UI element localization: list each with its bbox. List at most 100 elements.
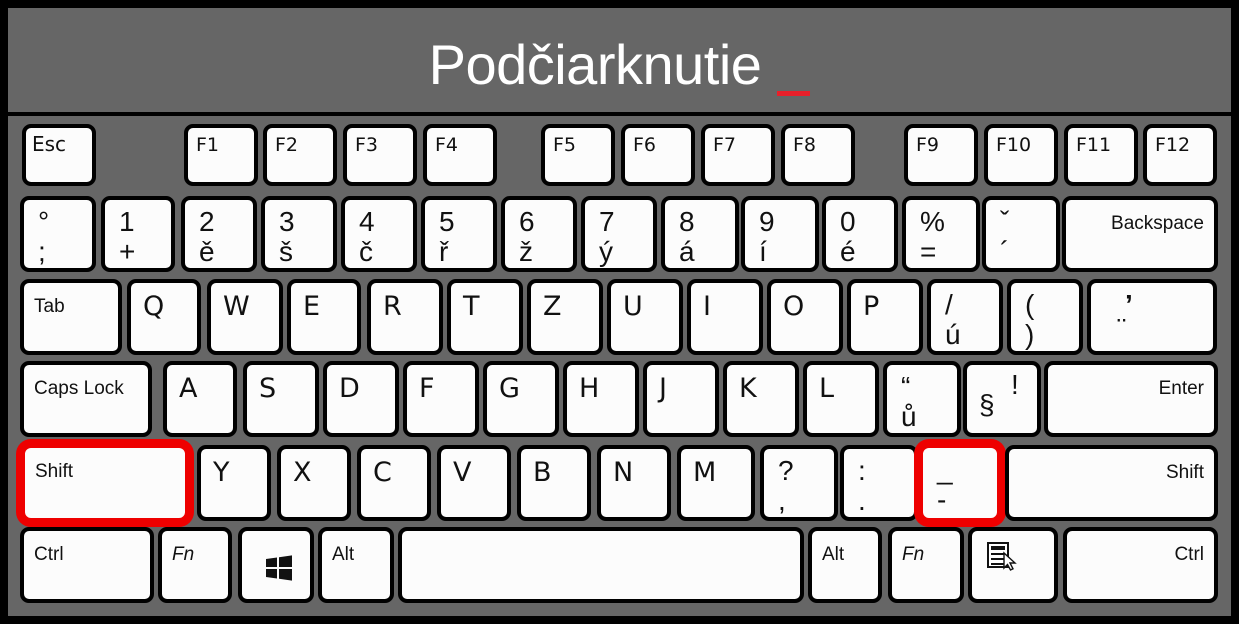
key-f[interactable]: F bbox=[403, 361, 479, 437]
key-lalt[interactable]: Alt bbox=[318, 527, 394, 603]
key-7[interactable]: 7ý bbox=[581, 196, 657, 272]
key-p[interactable]: P bbox=[847, 279, 923, 355]
key-b[interactable]: B bbox=[517, 445, 591, 521]
key-r[interactable]: R bbox=[367, 279, 443, 355]
key-d[interactable]: D bbox=[323, 361, 399, 437]
key-shift-symbol: 2 bbox=[199, 206, 215, 237]
key-3[interactable]: 3š bbox=[261, 196, 337, 272]
key-z[interactable]: Z bbox=[527, 279, 603, 355]
key-u-ring[interactable]: “ů bbox=[883, 361, 961, 437]
key-9[interactable]: 9í bbox=[741, 196, 819, 272]
key-label: Alt bbox=[822, 544, 845, 565]
key-base-symbol: ř bbox=[439, 236, 449, 267]
key-label: Fn bbox=[172, 544, 195, 565]
key-f4[interactable]: F4 bbox=[423, 124, 497, 186]
key-rfn[interactable]: Fn bbox=[888, 527, 964, 603]
key-f9[interactable]: F9 bbox=[904, 124, 978, 186]
key-lshift[interactable]: Shift bbox=[22, 445, 188, 521]
key-rshift[interactable]: Shift bbox=[1005, 445, 1218, 521]
key-y[interactable]: Y bbox=[197, 445, 271, 521]
key-label: N bbox=[613, 457, 634, 488]
key-6[interactable]: 6ž bbox=[501, 196, 577, 272]
key-base-symbol: . bbox=[858, 485, 866, 516]
key-rctrl[interactable]: Ctrl bbox=[1063, 527, 1218, 603]
key-quote[interactable]: ’ ¨ bbox=[1087, 279, 1217, 355]
key-label: K bbox=[739, 373, 757, 404]
key-f7[interactable]: F7 bbox=[701, 124, 775, 186]
key-u[interactable]: U bbox=[607, 279, 683, 355]
key-s[interactable]: S bbox=[243, 361, 319, 437]
key-h[interactable]: H bbox=[563, 361, 639, 437]
key-w[interactable]: W bbox=[207, 279, 283, 355]
key-f1[interactable]: F1 bbox=[184, 124, 258, 186]
key-semicolon[interactable]: °; bbox=[20, 196, 96, 272]
key-f3[interactable]: F3 bbox=[343, 124, 417, 186]
key-shift-symbol: ! bbox=[1011, 369, 1019, 400]
key-menu[interactable] bbox=[968, 527, 1058, 603]
key-space[interactable] bbox=[398, 527, 804, 603]
key-minus[interactable]: _ - bbox=[920, 445, 1000, 521]
key-base-symbol: + bbox=[119, 236, 136, 267]
key-4[interactable]: 4č bbox=[341, 196, 417, 272]
key-n[interactable]: N bbox=[597, 445, 671, 521]
key-1[interactable]: 1 + bbox=[101, 196, 175, 272]
key-u-acute[interactable]: / ú bbox=[927, 279, 1003, 355]
key-m[interactable]: M bbox=[677, 445, 755, 521]
keyboard: Esc F1 F2 F3 F4 F5 F6 F7 F8 F9 F10 F11 F12 °; 1 +2 ě 3 š 4 č… bbox=[8, 116, 1231, 616]
key-shift-symbol: : bbox=[858, 455, 866, 486]
key-c[interactable]: C bbox=[357, 445, 431, 521]
key-shift-symbol: “ bbox=[901, 371, 911, 402]
key-section[interactable]: ! § bbox=[963, 361, 1041, 437]
key-j[interactable]: J bbox=[643, 361, 719, 437]
key-8[interactable]: 8á bbox=[661, 196, 739, 272]
key-i[interactable]: I bbox=[687, 279, 763, 355]
key-enter[interactable]: Enter bbox=[1044, 361, 1218, 437]
key-acute[interactable]: ˇ ´ bbox=[982, 196, 1060, 272]
key-base-symbol: ž bbox=[519, 236, 533, 267]
key-base-symbol: ´ bbox=[1000, 236, 1010, 267]
key-label: D bbox=[339, 373, 360, 404]
key-capslock[interactable]: Caps Lock bbox=[20, 361, 152, 437]
key-win[interactable] bbox=[238, 527, 314, 603]
key-2[interactable]: 2ě bbox=[181, 196, 257, 272]
key-lctrl[interactable]: Ctrl bbox=[20, 527, 154, 603]
key-label: U bbox=[623, 291, 643, 322]
key-f5[interactable]: F5 bbox=[541, 124, 615, 186]
key-comma[interactable]: ?, bbox=[760, 445, 838, 521]
key-esc[interactable]: Esc bbox=[22, 124, 96, 186]
key-base-symbol: ě bbox=[199, 236, 215, 267]
key-q[interactable]: Q bbox=[127, 279, 201, 355]
key-label: Alt bbox=[332, 544, 355, 565]
key-tab[interactable]: Tab bbox=[20, 279, 122, 355]
key-e[interactable]: E bbox=[287, 279, 361, 355]
key-shift-symbol: _ bbox=[937, 454, 953, 485]
key-f2[interactable]: F2 bbox=[263, 124, 337, 186]
key-paren[interactable]: () bbox=[1007, 279, 1083, 355]
key-l[interactable]: L bbox=[803, 361, 879, 437]
key-k[interactable]: K bbox=[723, 361, 799, 437]
key-ralt[interactable]: Alt bbox=[808, 527, 882, 603]
key-f10[interactable]: F10 bbox=[984, 124, 1058, 186]
key-f11[interactable]: F11 bbox=[1064, 124, 1138, 186]
key-period[interactable]: :. bbox=[840, 445, 918, 521]
key-0[interactable]: 0é bbox=[822, 196, 898, 272]
key-label: H bbox=[579, 373, 600, 404]
key-f12[interactable]: F12 bbox=[1143, 124, 1217, 186]
key-g[interactable]: G bbox=[483, 361, 559, 437]
key-f6[interactable]: F6 bbox=[621, 124, 695, 186]
key-equals[interactable]: % = bbox=[902, 196, 980, 272]
key-t[interactable]: T bbox=[447, 279, 523, 355]
key-shift-symbol: 6 bbox=[519, 206, 535, 237]
key-a[interactable]: A bbox=[163, 361, 237, 437]
key-label: T bbox=[463, 291, 480, 322]
key-lfn[interactable]: Fn bbox=[158, 527, 232, 603]
key-label: F2 bbox=[275, 134, 299, 156]
key-backspace[interactable]: Backspace bbox=[1062, 196, 1218, 272]
key-x[interactable]: X bbox=[277, 445, 351, 521]
key-5[interactable]: 5ř bbox=[421, 196, 497, 272]
key-f8[interactable]: F8 bbox=[781, 124, 855, 186]
key-label: F bbox=[419, 373, 435, 404]
key-o[interactable]: O bbox=[767, 279, 843, 355]
key-base-symbol: é bbox=[840, 236, 856, 267]
key-v[interactable]: V bbox=[437, 445, 511, 521]
